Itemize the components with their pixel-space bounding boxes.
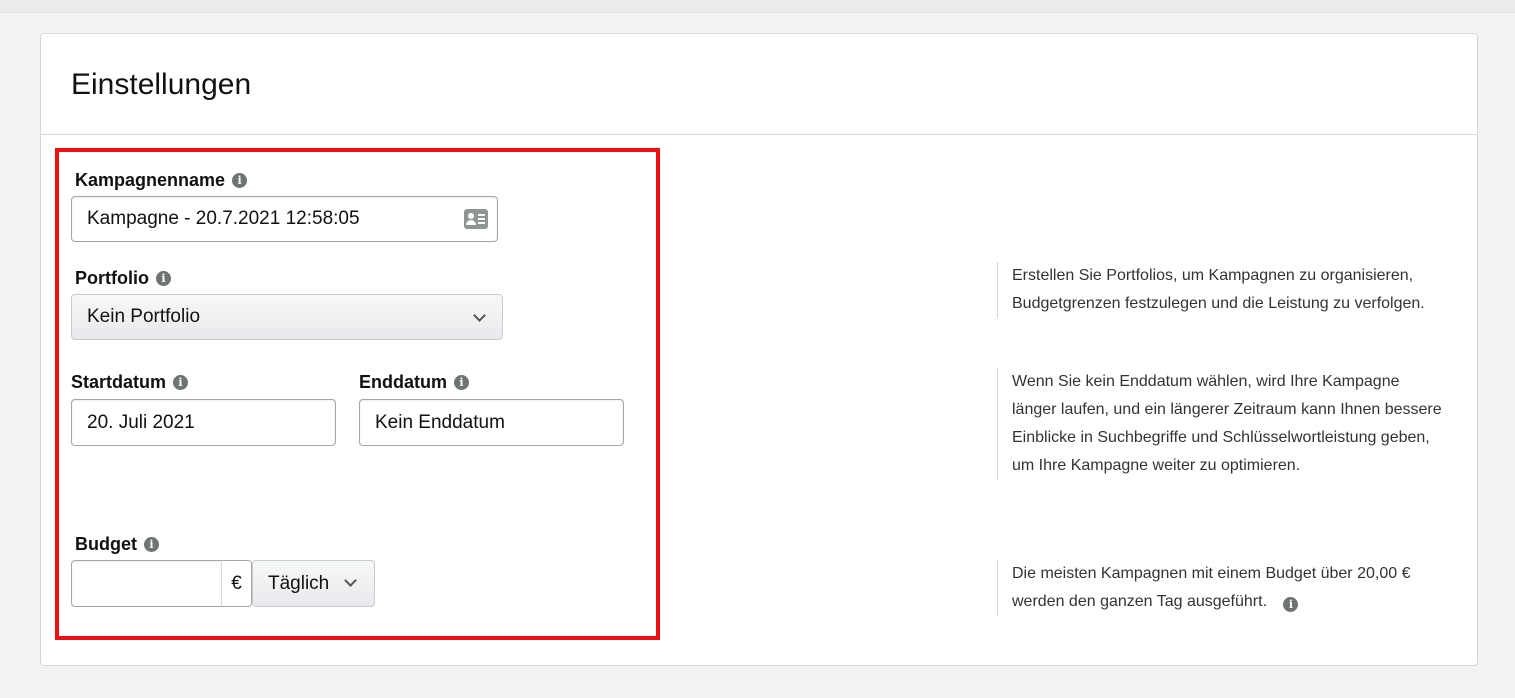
top-bar [0, 0, 1515, 13]
campaign-name-value: Kampagne - 20.7.2021 12:58:05 [87, 208, 360, 229]
end-date-label: Enddatum i [359, 372, 469, 393]
portfolio-info-icon[interactable]: i [156, 271, 171, 286]
budget-label: Budget i [75, 534, 159, 555]
end-date-value: Kein Enddatum [375, 411, 505, 433]
budget-info-icon[interactable]: i [144, 537, 159, 552]
portfolio-label-text: Portfolio [75, 268, 149, 288]
portfolio-select[interactable]: Kein Portfolio [71, 294, 503, 340]
end-date-help-text: Wenn Sie kein Enddatum wählen, wird Ihre… [997, 368, 1442, 480]
budget-help-text: Die meisten Kampagnen mit einem Budget ü… [997, 560, 1437, 616]
budget-period-value: Täglich [268, 572, 330, 594]
chevron-down-icon [344, 574, 357, 587]
campaign-name-label-text: Kampagnenname [75, 170, 226, 190]
portfolio-label: Portfolio i [75, 268, 171, 289]
start-date-value: 20. Juli 2021 [87, 411, 195, 433]
budget-input[interactable] [71, 560, 222, 607]
section-divider [41, 134, 1477, 135]
campaign-name-info-icon[interactable]: i [232, 173, 248, 188]
budget-label-text: Budget [75, 534, 137, 554]
budget-period-select[interactable]: Täglich [252, 560, 375, 607]
start-date-input[interactable]: 20. Juli 2021 [71, 399, 336, 446]
budget-help-info-icon[interactable]: i [1283, 597, 1299, 612]
currency-suffix: € [221, 560, 252, 607]
start-date-label: Startdatum i [71, 372, 189, 393]
settings-card: Einstellungen Kampagnenname i Kampagne -… [40, 33, 1478, 666]
end-date-label-text: Enddatum [359, 372, 447, 392]
campaign-name-label: Kampagnenname i [75, 170, 248, 191]
budget-help-text-content: Die meisten Kampagnen mit einem Budget ü… [1012, 565, 1411, 610]
section-title: Einstellungen [71, 68, 252, 101]
portfolio-selected-value: Kein Portfolio [87, 306, 201, 327]
start-date-info-icon[interactable]: i [173, 375, 189, 390]
chevron-down-icon [473, 309, 486, 322]
end-date-input[interactable]: Kein Enddatum [359, 399, 624, 446]
portfolio-help-text: Erstellen Sie Portfolios, um Kampagnen z… [997, 262, 1437, 318]
end-date-info-icon[interactable]: i [454, 375, 469, 390]
currency-symbol: € [231, 572, 242, 594]
start-date-label-text: Startdatum [71, 372, 167, 392]
contact-card-icon[interactable] [464, 209, 488, 229]
campaign-name-input[interactable]: Kampagne - 20.7.2021 12:58:05 [71, 196, 498, 242]
